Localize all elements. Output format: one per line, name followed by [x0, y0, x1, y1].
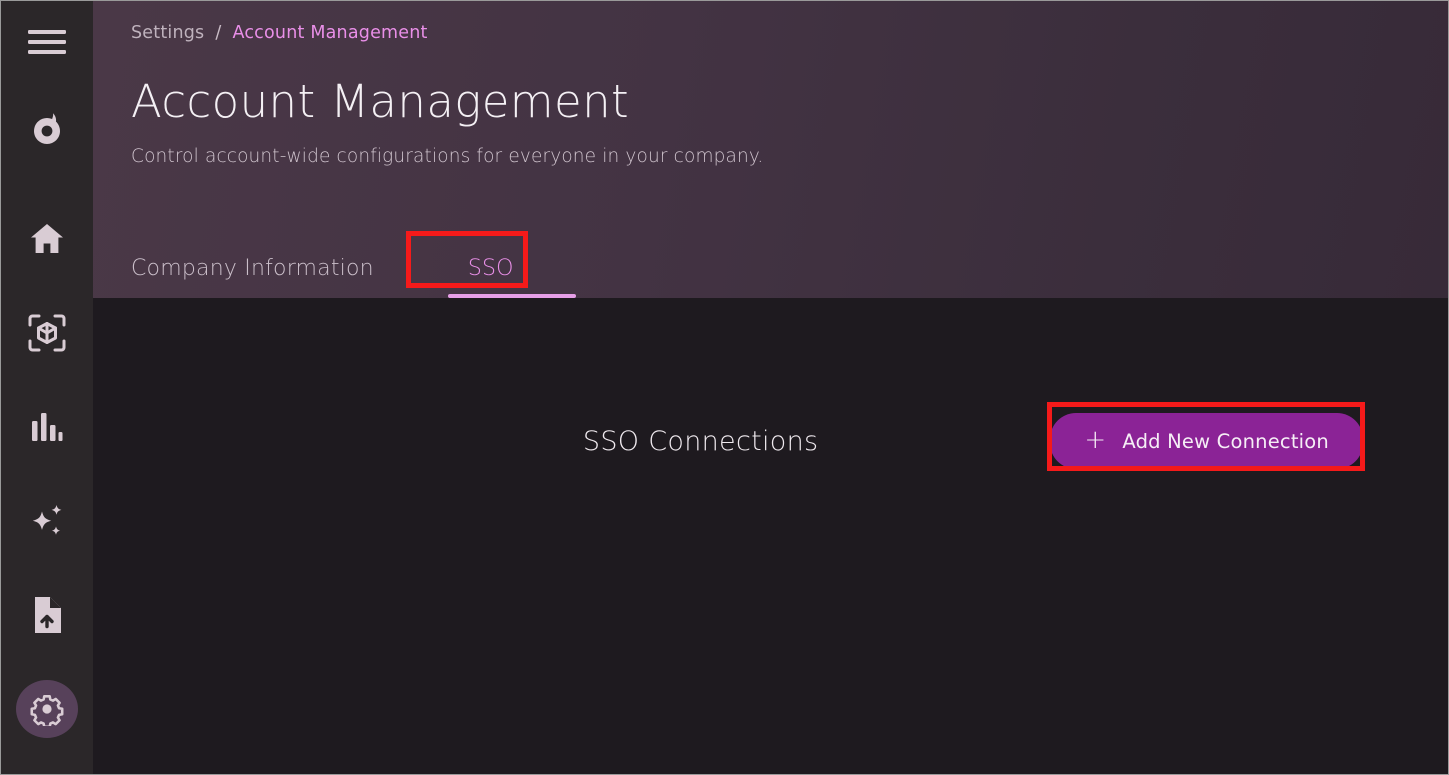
breadcrumb-item-account-management[interactable]: Account Management — [233, 23, 428, 43]
breadcrumb: Settings / Account Management — [131, 21, 1448, 45]
bar-chart-icon — [31, 412, 63, 442]
tab-sso[interactable]: SSO — [404, 258, 576, 298]
tab-company-information[interactable]: Company Information — [131, 258, 404, 298]
sidebar-item-upload[interactable] — [16, 586, 78, 644]
breadcrumb-separator: / — [215, 23, 221, 43]
add-new-connection-label: Add New Connection — [1122, 430, 1329, 453]
sidebar-item-home[interactable] — [16, 210, 78, 268]
sidebar-item-ai[interactable] — [16, 492, 78, 550]
hamburger-icon — [28, 29, 66, 55]
tab-sso-label: SSO — [468, 256, 514, 281]
add-new-connection-button[interactable]: + Add New Connection — [1050, 413, 1363, 469]
tab-bar: Company Information SSO — [131, 258, 576, 298]
brand-logo[interactable] — [16, 102, 78, 160]
cube-scan-icon — [28, 314, 66, 352]
sidebar-nav — [1, 1, 93, 774]
page-title: Account Management — [131, 79, 1448, 124]
plus-icon: + — [1084, 427, 1106, 453]
brand-logo-icon — [24, 108, 70, 154]
sidebar-item-assets[interactable] — [16, 304, 78, 362]
app-window: Settings / Account Management Account Ma… — [0, 0, 1449, 775]
file-upload-icon — [31, 596, 63, 634]
breadcrumb-item-settings[interactable]: Settings — [131, 23, 204, 43]
home-icon — [29, 222, 65, 256]
sso-connections-heading: SSO Connections — [583, 426, 818, 457]
main-column: Settings / Account Management Account Ma… — [93, 1, 1448, 774]
gear-icon — [30, 692, 64, 726]
sidebar-item-analytics[interactable] — [16, 398, 78, 456]
page-subtitle: Control account-wide configurations for … — [131, 146, 1448, 167]
page-header: Settings / Account Management Account Ma… — [93, 1, 1448, 298]
sidebar-item-settings[interactable] — [16, 680, 78, 738]
menu-toggle[interactable] — [16, 23, 78, 60]
sparkles-icon — [28, 502, 66, 540]
sso-connections-row: SSO Connections + Add New Connection — [93, 413, 1363, 469]
content-area: SSO Connections + Add New Connection — [93, 298, 1448, 774]
